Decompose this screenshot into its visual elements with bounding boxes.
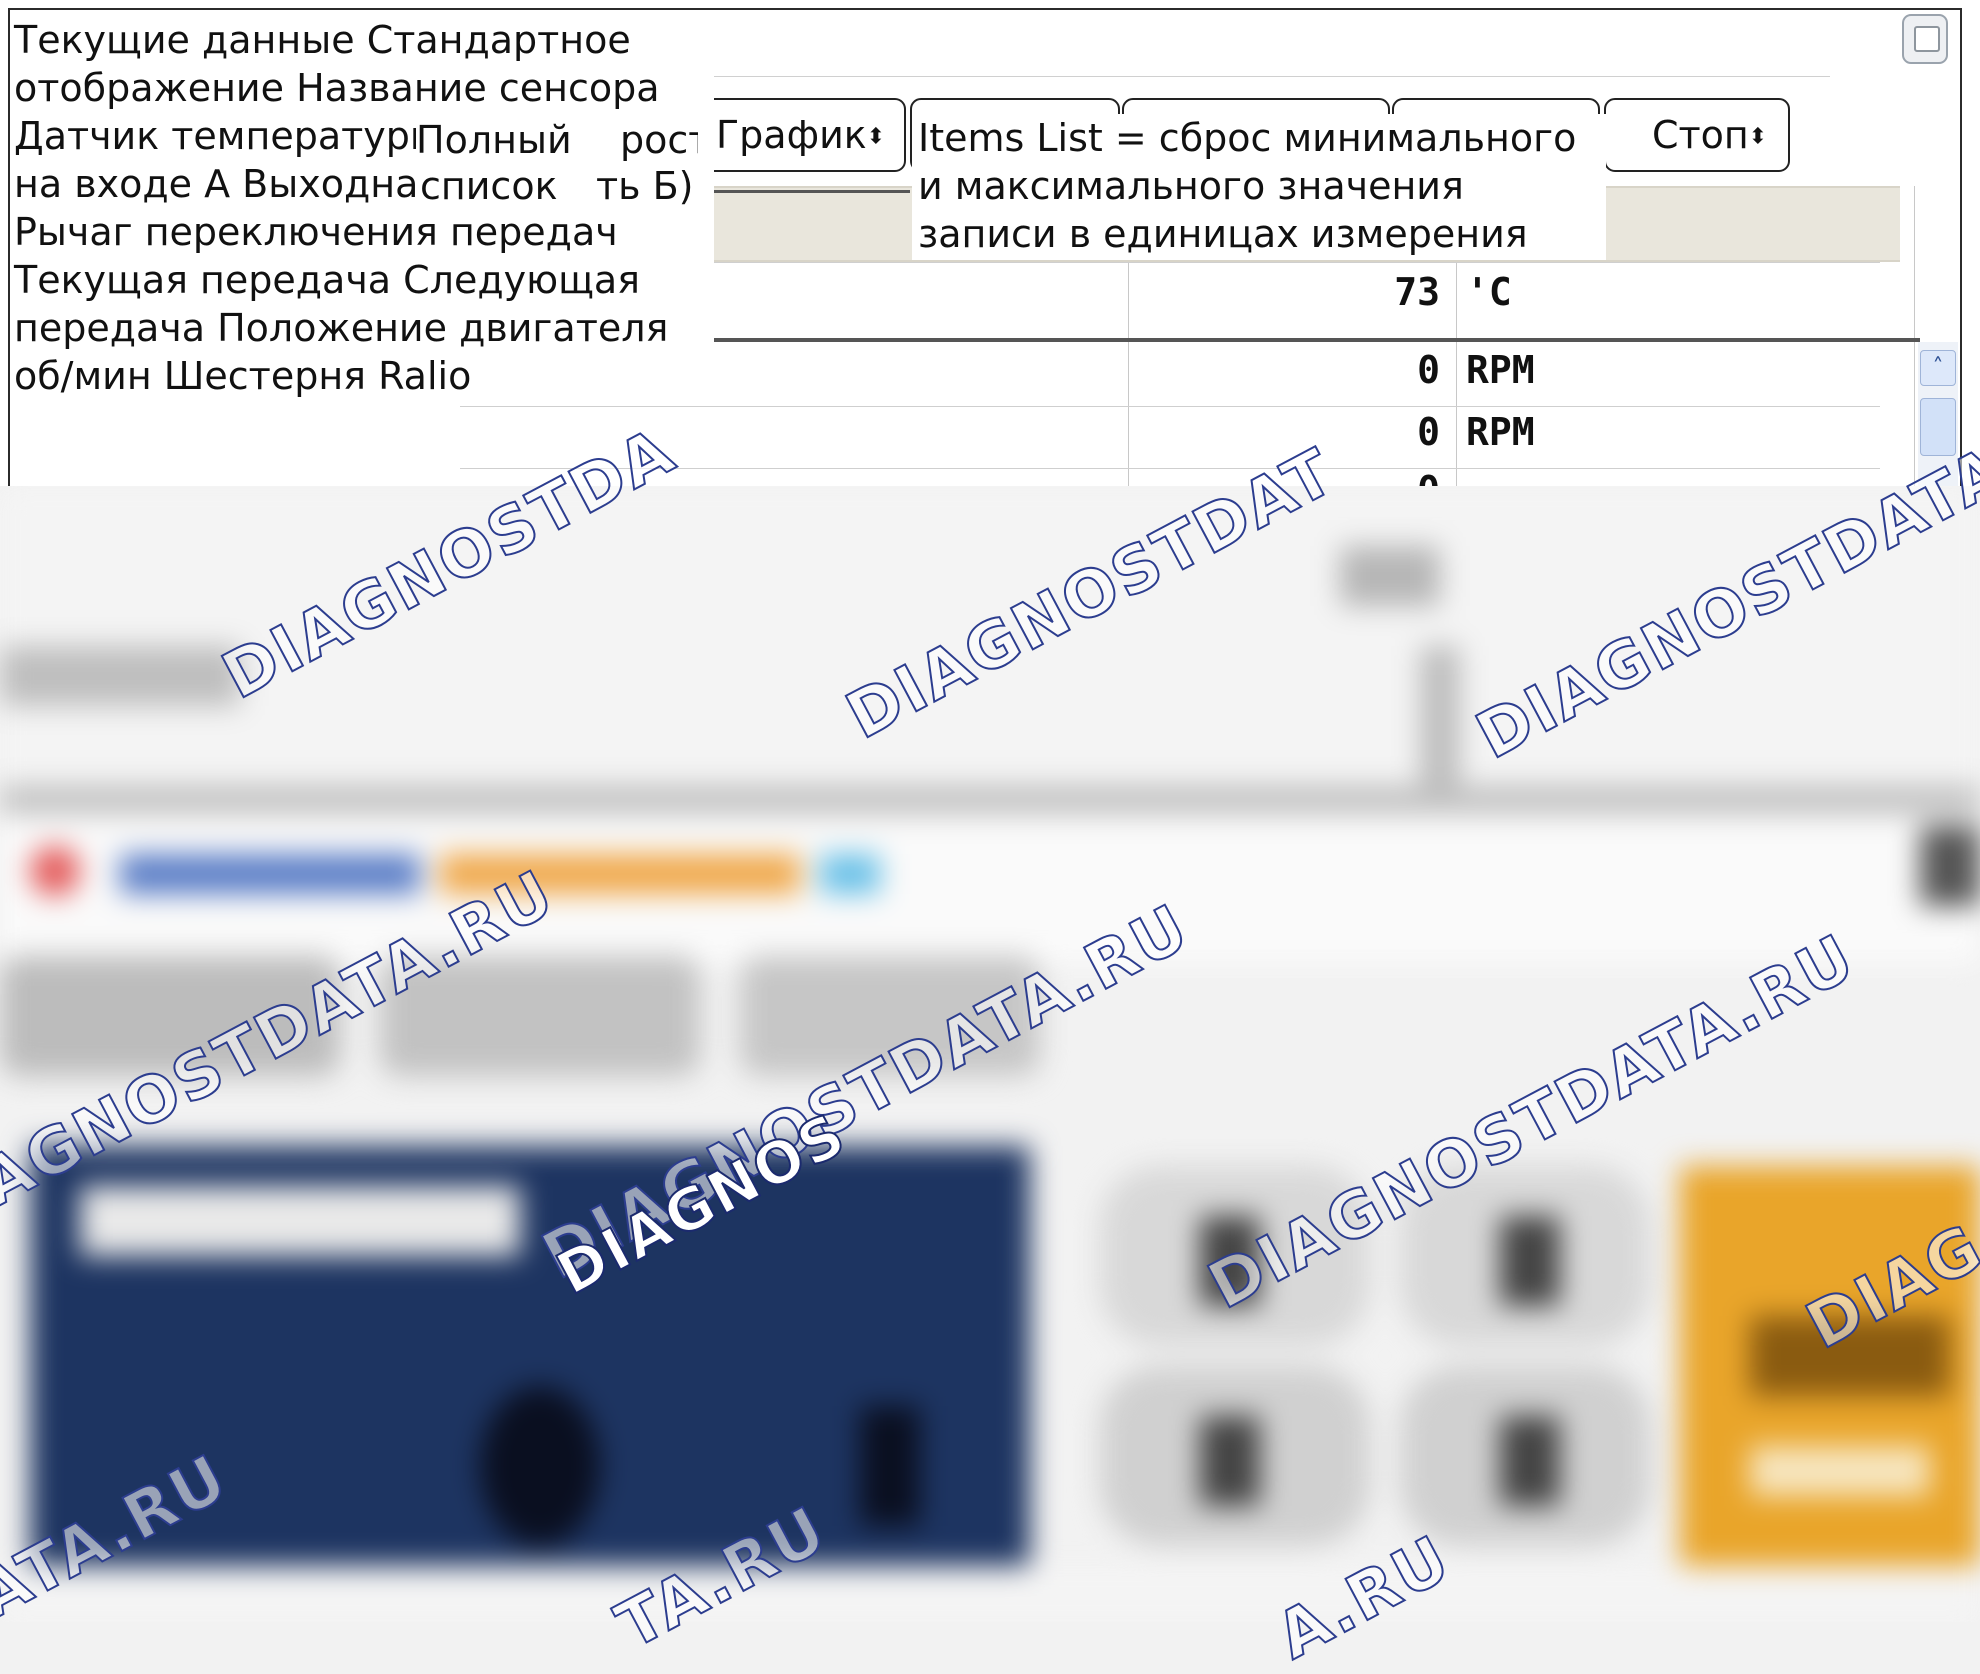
toolbar-divider (700, 76, 1830, 77)
stop-button-label: Стоп (1652, 113, 1749, 157)
value-cell: 0 (1417, 410, 1440, 454)
popup-line: на входе А Выходна (14, 162, 419, 206)
popup-line: отображение Название сенсора (14, 66, 660, 110)
row-divider (460, 406, 1880, 407)
popup-line: Рычаг переключения передач (14, 210, 618, 254)
popup-line: передача Положение двигателя (14, 306, 669, 350)
value-cell: 0 (1417, 348, 1440, 392)
unit-cell: RPM (1466, 410, 1535, 454)
live-data-window: 73 'C 0 RPM 0 RPM 0 ˄ График⬍ Стоп⬍ Item… (0, 0, 1980, 486)
spinner-arrows-icon: ⬍ (1748, 124, 1768, 150)
items-list-tooltip: Items List = сброс минимального и максим… (912, 114, 1606, 260)
sensor-names-popup: Текущие данные Стандартное отображение Н… (14, 16, 714, 400)
value-cell: 73 (1394, 270, 1440, 314)
full-list-label: Полный (416, 116, 572, 164)
table-header-rule (700, 190, 910, 193)
full-list-label-2: список (420, 162, 558, 208)
scroll-up-arrow-icon[interactable]: ˄ (1920, 350, 1956, 386)
popup-line: Датчик температуры (14, 114, 422, 158)
column-divider (1128, 262, 1129, 486)
stop-button[interactable]: Стоп⬍ (1604, 98, 1790, 172)
column-divider (1914, 186, 1915, 486)
unit-cell: RPM (1466, 348, 1535, 392)
maximize-button[interactable] (1902, 14, 1948, 64)
spinner-arrows-icon: ⬍ (866, 124, 886, 150)
hidden-text-fragment: ть Б) (596, 164, 694, 208)
full-list-dropdown[interactable]: рость ть Б) Полный список (416, 112, 698, 208)
graph-button-label: График (716, 113, 867, 157)
popup-line: Текущие данные Стандартное (14, 18, 631, 62)
popup-line: Текущая передача Следующая (14, 258, 641, 302)
graph-button[interactable]: График⬍ (700, 98, 906, 172)
popup-line: об/мин Шестерня Ralio (14, 354, 472, 398)
group-divider (700, 338, 1920, 342)
scroll-thumb[interactable] (1920, 398, 1956, 456)
unit-cell: 'C (1466, 270, 1512, 314)
hidden-text-fragment: рость (620, 118, 698, 162)
column-divider (1456, 262, 1457, 486)
